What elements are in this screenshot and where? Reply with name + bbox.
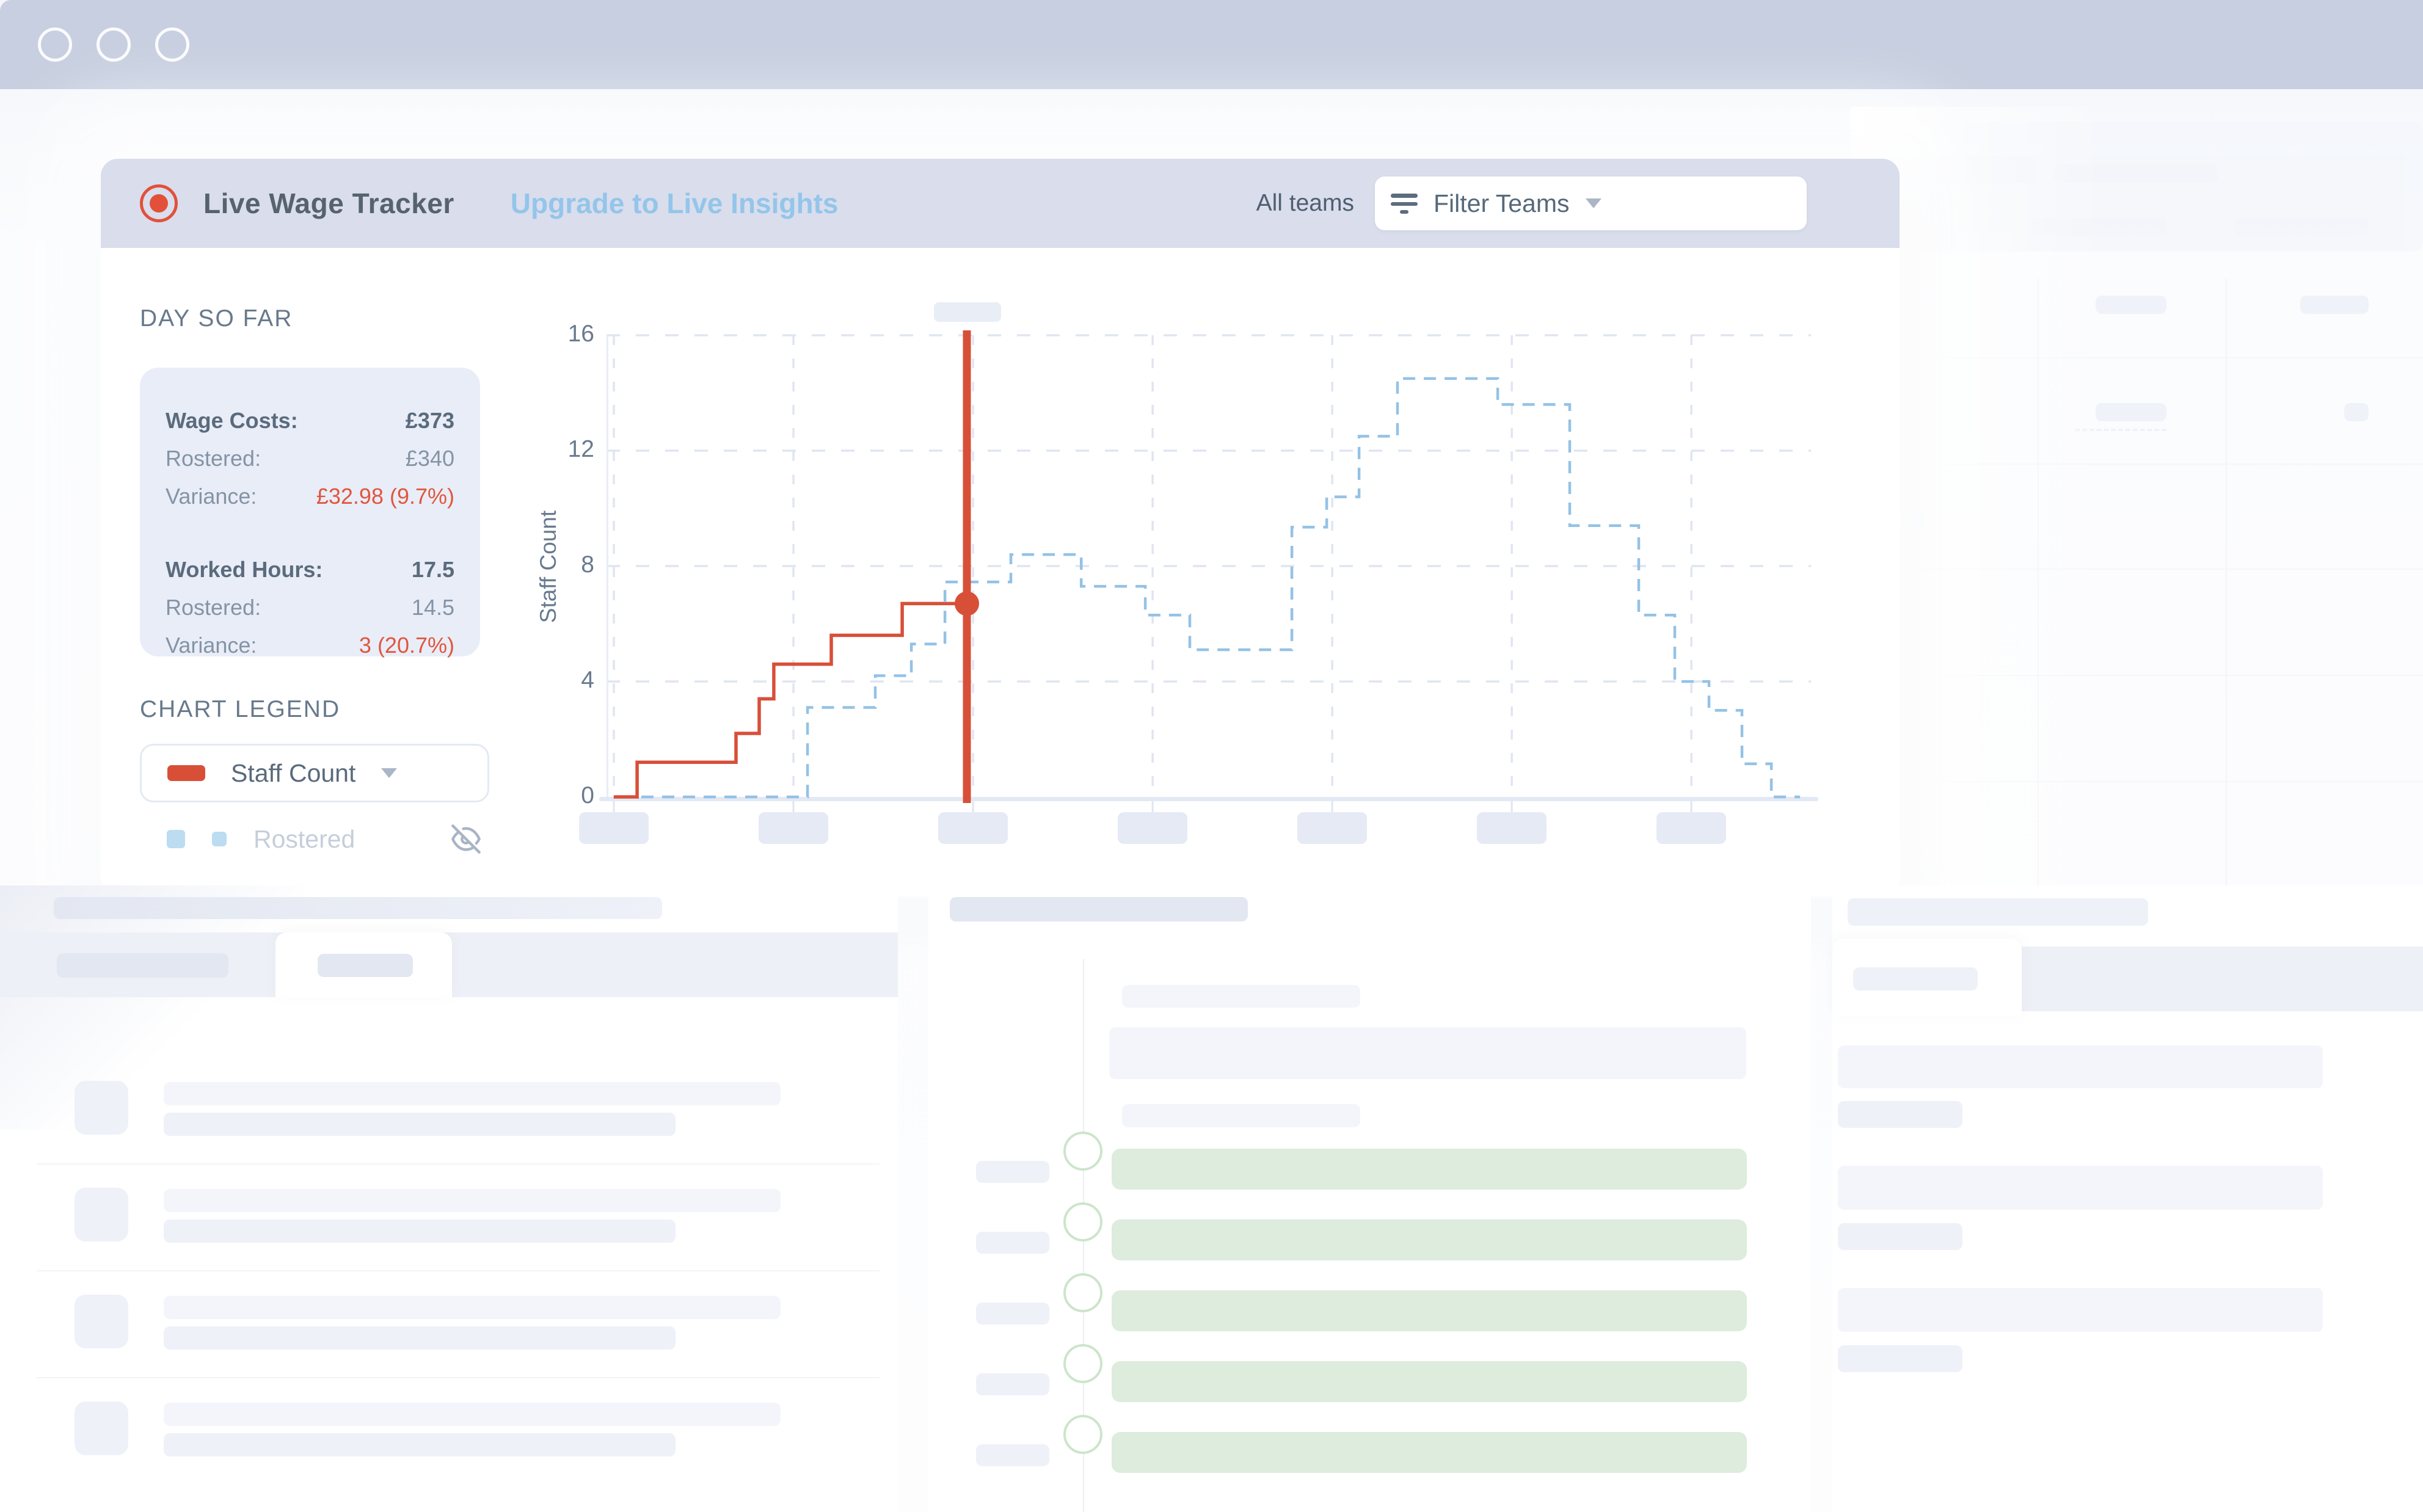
filter-icon xyxy=(1391,194,1418,214)
all-teams-label: All teams xyxy=(1256,190,1354,217)
staff-count-line xyxy=(614,603,967,797)
skeleton-section-middle xyxy=(928,885,1811,1512)
rostered-line xyxy=(641,379,1800,797)
screen: Live Wage Tracker Upgrade to Live Insigh… xyxy=(0,0,2423,1512)
y-tick-16: 16 xyxy=(539,321,594,347)
panel-title: Live Wage Tracker xyxy=(203,187,454,220)
filter-teams-label: Filter Teams xyxy=(1434,189,1570,218)
live-wage-tracker-panel: Live Wage Tracker Upgrade to Live Insigh… xyxy=(101,159,1900,896)
window-circle-3[interactable] xyxy=(155,27,189,62)
worked-hours-value: 17.5 xyxy=(412,551,454,589)
upgrade-link[interactable]: Upgrade to Live Insights xyxy=(511,187,839,220)
legend-rostered-label: Rostered xyxy=(253,825,355,854)
y-tick-0: 0 xyxy=(539,782,594,809)
day-so-far-card: Wage Costs: £373 Rostered: £340 Variance… xyxy=(140,368,480,656)
skeleton-section-right xyxy=(1832,885,2423,1512)
wage-costs-value: £373 xyxy=(406,402,454,440)
legend-series-dropdown[interactable]: Staff Count xyxy=(140,744,489,802)
record-icon xyxy=(140,184,178,222)
skeleton-section-left xyxy=(0,885,898,1512)
wage-costs-label: Wage Costs: xyxy=(166,402,298,440)
y-tick-12: 12 xyxy=(539,436,594,463)
y-tick-4: 4 xyxy=(539,667,594,694)
x-tick-skeleton-5 xyxy=(1477,812,1547,844)
wage-rostered-label: Rostered: xyxy=(166,440,261,478)
filter-teams-dropdown[interactable]: Filter Teams xyxy=(1375,176,1807,230)
now-marker-dot xyxy=(955,591,979,616)
x-tick-skeleton-3 xyxy=(1118,812,1187,844)
legend-rostered-row: Rostered xyxy=(140,820,489,859)
rostered-swatch-dash-1 xyxy=(167,830,185,848)
now-time-skeleton-label xyxy=(934,302,1001,322)
staff-count-swatch xyxy=(167,765,205,781)
panel-header: Live Wage Tracker Upgrade to Live Insigh… xyxy=(101,159,1900,248)
legend-staff-count-label: Staff Count xyxy=(231,759,355,788)
day-so-far-heading: DAY SO FAR xyxy=(140,305,293,332)
window-circle-1[interactable] xyxy=(38,27,72,62)
x-tick-skeleton-6 xyxy=(1656,812,1726,844)
eye-off-icon[interactable] xyxy=(450,823,482,855)
wage-chart-svg xyxy=(607,328,1811,824)
x-tick-skeleton-1 xyxy=(759,812,828,844)
window-titlebar xyxy=(0,0,2423,89)
worked-hours-label: Worked Hours: xyxy=(166,551,322,589)
chart-legend-heading: CHART LEGEND xyxy=(140,696,340,723)
x-tick-skeleton-0 xyxy=(579,812,649,844)
chevron-down-icon xyxy=(381,768,397,778)
hours-variance-value: 3 (20.7%) xyxy=(359,627,454,664)
x-tick-skeleton-4 xyxy=(1297,812,1367,844)
wage-rostered-value: £340 xyxy=(406,440,454,478)
window-circle-2[interactable] xyxy=(97,27,131,62)
hours-rostered-label: Rostered: xyxy=(166,589,261,627)
hours-rostered-value: 14.5 xyxy=(412,589,454,627)
wage-variance-value: £32.98 (9.7%) xyxy=(316,478,454,515)
x-tick-skeleton-2 xyxy=(938,812,1008,844)
hours-variance-label: Variance: xyxy=(166,627,257,664)
chevron-down-icon xyxy=(1586,198,1601,208)
y-tick-8: 8 xyxy=(539,551,594,578)
rostered-swatch-dash-2 xyxy=(212,832,227,846)
wage-variance-label: Variance: xyxy=(166,478,257,515)
